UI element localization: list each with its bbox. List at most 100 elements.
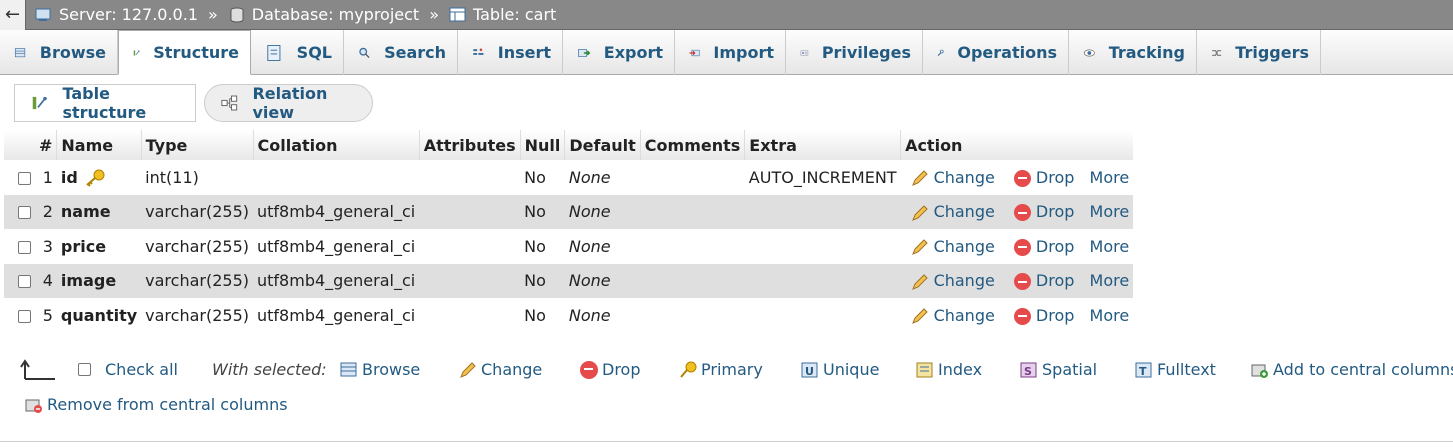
drop-button[interactable]: Drop <box>1013 271 1075 290</box>
tab-structure[interactable]: Structure <box>118 30 251 75</box>
drop-icon <box>1013 238 1031 256</box>
tab-triggers-label: Triggers <box>1235 43 1309 62</box>
drop-label: Drop <box>1035 271 1075 290</box>
bulk-fulltext-label: Fulltext <box>1157 360 1216 379</box>
row-null: No <box>524 167 546 187</box>
tab-operations-label: Operations <box>957 43 1057 62</box>
bulk-remove-central-button[interactable]: Remove from central columns <box>25 395 288 414</box>
bulk-add-central-label: Add to central columns <box>1273 360 1453 379</box>
check-all[interactable]: Check all <box>78 360 178 379</box>
row-comments <box>640 160 745 195</box>
pencil-icon <box>911 170 928 186</box>
row-checkbox[interactable] <box>18 171 31 185</box>
tab-browse[interactable]: Browse <box>0 30 118 75</box>
database-icon <box>230 7 244 23</box>
header-name[interactable]: Name <box>56 130 142 160</box>
bulk-unique-button[interactable]: U Unique <box>801 360 879 379</box>
header-checkbox <box>4 130 35 160</box>
row-null: No <box>520 194 565 229</box>
header-num: # <box>35 130 57 160</box>
tab-tracking[interactable]: Tracking <box>1069 30 1197 75</box>
divider <box>0 441 1453 442</box>
row-attributes <box>419 160 520 195</box>
drop-button[interactable]: Drop <box>1013 306 1074 325</box>
more-button[interactable]: More <box>1090 168 1130 187</box>
relation-icon <box>221 95 238 111</box>
change-label: Change <box>933 236 995 256</box>
more-button[interactable]: More <box>1090 237 1130 256</box>
more-button[interactable]: More <box>1090 271 1130 290</box>
row-default: None <box>564 194 641 229</box>
breadcrumb-table[interactable]: Table: cart <box>449 5 556 24</box>
row-checkbox[interactable] <box>18 240 31 254</box>
change-button[interactable]: Change <box>911 202 995 221</box>
bulk-primary-button[interactable]: Primary <box>679 360 763 379</box>
tab-insert[interactable]: Insert <box>458 30 563 75</box>
row-field-name: id <box>60 167 78 187</box>
row-type: varchar(255) <box>141 263 253 298</box>
table-header-row: # Name Type Collation Attributes Null De… <box>4 130 1134 160</box>
row-extra <box>744 263 901 298</box>
breadcrumb-server-label: Server: 127.0.0.1 <box>59 5 198 24</box>
change-button[interactable]: Change <box>911 271 995 290</box>
row-checkbox[interactable] <box>18 206 31 220</box>
row-extra <box>744 194 901 229</box>
bulk-add-central-button[interactable]: Add to central columns <box>1251 360 1453 379</box>
tab-privileges-label: Privileges <box>821 43 911 62</box>
triggers-icon <box>1212 49 1222 56</box>
bulk-spatial-button[interactable]: S Spatial <box>1020 360 1097 379</box>
drop-button[interactable]: Drop <box>1013 202 1074 221</box>
pencil-icon <box>911 273 928 290</box>
row-checkbox[interactable] <box>18 309 31 323</box>
tab-sql[interactable]: SQL <box>251 30 344 75</box>
tab-tracking-label: Tracking <box>1108 43 1185 62</box>
more-button[interactable]: More <box>1090 306 1130 325</box>
tab-operations[interactable]: Operations <box>923 30 1069 75</box>
back-arrow-icon[interactable]: ← <box>0 0 26 30</box>
tab-triggers[interactable]: Triggers <box>1197 30 1321 75</box>
more-button[interactable]: More <box>1090 202 1130 221</box>
import-icon <box>689 49 700 56</box>
breadcrumb-server[interactable]: Server: 127.0.0.1 <box>35 5 198 24</box>
header-collation: Collation <box>252 130 420 160</box>
change-button[interactable]: Change <box>911 306 995 325</box>
row-comments <box>640 263 745 298</box>
row-checkbox[interactable] <box>18 275 31 289</box>
tab-privileges[interactable]: Privileges <box>786 30 923 75</box>
row-comments <box>640 229 745 264</box>
bulk-change-button[interactable]: Change <box>459 360 542 379</box>
drop-label: Drop <box>1035 236 1075 256</box>
change-button[interactable]: Change <box>911 237 995 256</box>
search-icon <box>359 47 370 58</box>
row-extra <box>745 229 901 264</box>
row-attributes <box>419 298 520 333</box>
drop-icon <box>1013 273 1031 290</box>
drop-button[interactable]: Drop <box>1013 236 1075 256</box>
subtab-table-structure[interactable]: Table structure <box>14 84 196 122</box>
structure-icon <box>133 49 140 56</box>
tab-import-label: Import <box>713 43 774 62</box>
tab-export[interactable]: Export <box>563 30 675 75</box>
row-attributes <box>419 263 521 298</box>
tab-import[interactable]: Import <box>675 30 786 75</box>
structure-subtabs: Table structure Relation view <box>14 84 381 122</box>
bulk-browse-button[interactable]: Browse <box>340 360 420 379</box>
row-default: None <box>568 236 611 256</box>
table-row: 4 image varchar(255) utf8mb4_general_ci … <box>4 263 1134 298</box>
drop-icon <box>1013 169 1031 187</box>
change-label: Change <box>933 305 995 325</box>
drop-button[interactable]: Drop <box>1013 168 1074 187</box>
row-num: 2 <box>35 194 57 229</box>
change-button[interactable]: Change <box>911 168 995 187</box>
insert-icon <box>473 48 484 55</box>
spatial-icon: S <box>1020 362 1037 378</box>
bulk-index-button[interactable]: Index <box>916 360 982 379</box>
breadcrumb-database[interactable]: Database: myproject <box>228 5 419 24</box>
breadcrumb: ← Server: 127.0.0.1 » Database: myprojec… <box>0 0 1453 30</box>
tab-search[interactable]: Search <box>344 30 458 75</box>
bulk-fulltext-button[interactable]: T Fulltext <box>1135 360 1216 379</box>
check-all-checkbox[interactable] <box>78 363 91 376</box>
bulk-drop-button[interactable]: Drop <box>580 360 641 379</box>
table-icon <box>449 7 466 21</box>
subtab-relation-view[interactable]: Relation view <box>204 84 373 122</box>
